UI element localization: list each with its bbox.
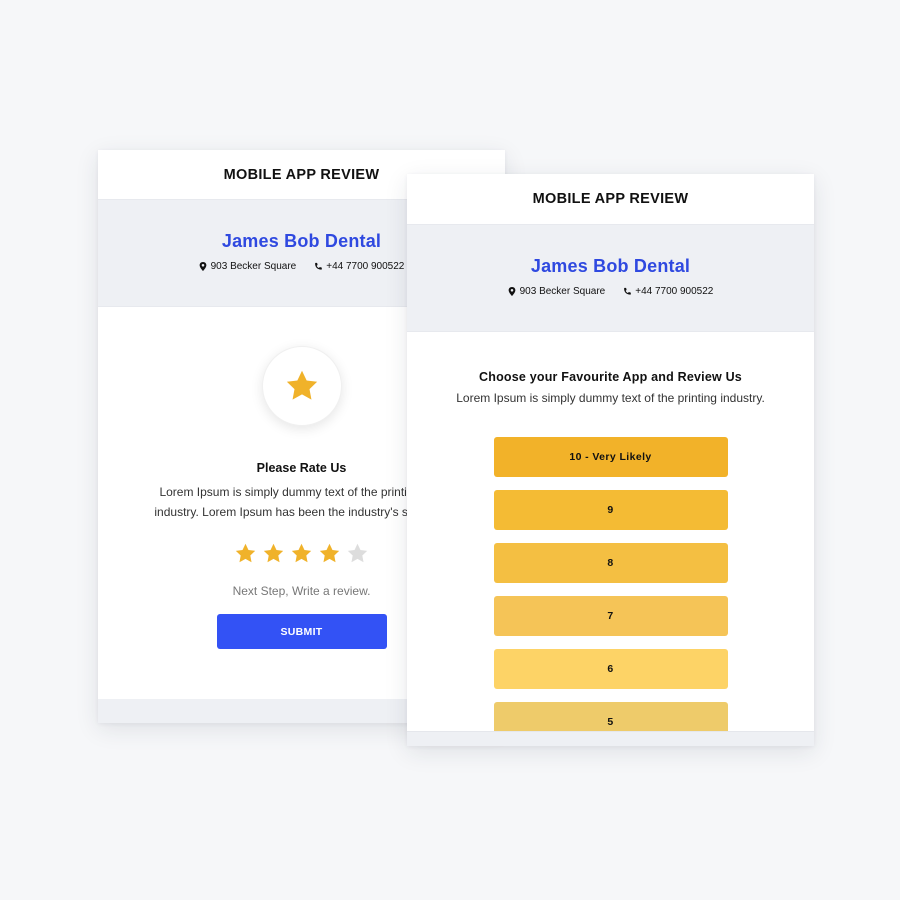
star-badge: [261, 346, 342, 426]
choose-title: Choose your Favourite App and Review Us: [479, 370, 742, 384]
star-empty-icon[interactable]: [346, 542, 369, 565]
business-phone: +44 7700 900522: [326, 261, 405, 272]
phone-icon: [624, 287, 632, 295]
address-item: 903 Becker Square: [508, 286, 606, 297]
card-footer: [407, 731, 814, 746]
submit-button[interactable]: SUBMIT: [216, 614, 387, 649]
likelihood-option[interactable]: 8: [493, 543, 728, 583]
map-pin-icon: [508, 287, 515, 296]
address-item: 903 Becker Square: [199, 261, 297, 272]
business-name: James Bob Dental: [530, 256, 691, 276]
map-pin-icon: [199, 262, 206, 271]
star-icon: [286, 370, 317, 400]
likelihood-option[interactable]: 7: [493, 596, 728, 636]
likelihood-option[interactable]: 6: [493, 649, 728, 689]
star-filled-icon[interactable]: [290, 542, 313, 565]
phone-item[interactable]: +44 7700 900522: [623, 286, 713, 297]
business-phone: +44 7700 900522: [635, 286, 714, 297]
card-header-title: MOBILE APP REVIEW: [532, 191, 689, 207]
star-filled-icon[interactable]: [234, 542, 257, 565]
business-info: James Bob Dental 903 Becker Square +44 7…: [407, 224, 814, 332]
star-filled-icon[interactable]: [318, 542, 341, 565]
likelihood-options: 10 - Very Likely 9 8 7 6 5: [493, 437, 728, 742]
star-filled-icon[interactable]: [262, 542, 285, 565]
phone-item[interactable]: +44 7700 900522: [314, 261, 404, 272]
likelihood-option[interactable]: 10 - Very Likely: [493, 437, 728, 477]
business-address: 903 Becker Square: [210, 261, 297, 272]
phone-icon: [315, 262, 323, 270]
business-address: 903 Becker Square: [519, 286, 606, 297]
likelihood-option[interactable]: 9: [493, 490, 728, 530]
choose-description: Lorem Ipsum is simply dummy text of the …: [456, 391, 765, 405]
favourite-app-card: MOBILE APP REVIEW James Bob Dental 903 B…: [407, 174, 814, 746]
choose-section: Choose your Favourite App and Review Us …: [407, 370, 814, 742]
business-contact: 903 Becker Square +44 7700 900522: [407, 286, 814, 297]
